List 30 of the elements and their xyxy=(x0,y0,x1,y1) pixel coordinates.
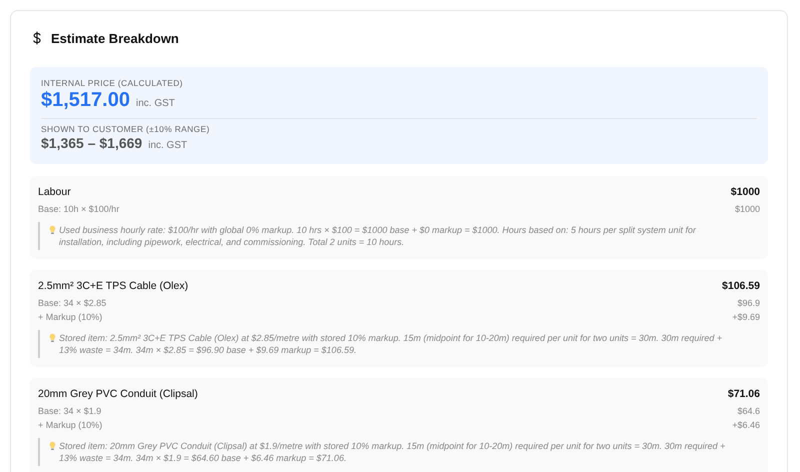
line-label: + Markup (10%) xyxy=(38,419,102,432)
item-name: 20mm Grey PVC Conduit (Clipsal) xyxy=(38,387,198,401)
line-value: $96.9 xyxy=(737,297,760,310)
line-label: Base: 10h × $100/hr xyxy=(38,203,120,216)
line-label: + Markup (10%) xyxy=(38,311,102,324)
item-name: 2.5mm² 3C+E TPS Cable (Olex) xyxy=(38,279,188,293)
item-total: $106.59 xyxy=(722,279,760,293)
explanation-note: Stored item: 2.5mm² 3C+E TPS Cable (Olex) at $2.85/metre with stored 10% markup. 15m (midpoint for 10-20m) required per unit for two units = 30m. 30m required + 13% waste = 34m. 34m × $2.85 = $96.90 base + $9.69 markup = $106.59. xyxy=(59,332,724,356)
price-suffix: inc. GST xyxy=(136,98,175,109)
item-name: Labour xyxy=(38,185,71,199)
line-value: +$6.46 xyxy=(732,419,760,432)
lightbulb-icon xyxy=(49,225,56,235)
internal-price-label: INTERNAL PRICE (CALCULATED) xyxy=(41,78,184,88)
explanation-note: Stored item: 20mm Grey PVC Conduit (Clipsal) at $1.9/metre with stored 10% markup. 15m (midpoint for 10-20m) required per unit for two units = 30m. 30m required + 13% waste = 34m. 34m × $1.9 = $64.60 base + $6.46 markup = $71.06. xyxy=(59,440,726,464)
line-value: $1000 xyxy=(734,203,760,216)
lightbulb-icon xyxy=(49,333,56,343)
explanation-note: Used business hourly rate: $100/hr with global 0% markup. 10 hrs × $100 = $1000 base + $0 markup = $1000. Hours based on: 5 hours per split system unit for installation, including pipework, electrical, and commissioning. Total 2 units = 10 hours. xyxy=(59,224,698,248)
internal-price: $1,517.00 xyxy=(41,88,130,112)
item-total: $1000 xyxy=(730,185,760,199)
line-label: Base: 34 × $2.85 xyxy=(38,297,106,310)
line-label: Base: 34 × $1.9 xyxy=(38,405,102,418)
line-value: +$9.69 xyxy=(732,311,760,324)
customer-range: $1,365 – $1,669 xyxy=(41,134,142,152)
price-suffix: inc. GST xyxy=(148,140,188,151)
item-total: $71.06 xyxy=(728,387,760,401)
dollar-icon xyxy=(32,31,42,45)
customer-range-label: SHOWN TO CUSTOMER (±10% RANGE) xyxy=(41,124,211,134)
card-title: Estimate Breakdown xyxy=(51,30,179,46)
line-value: $64.6 xyxy=(737,405,760,418)
lightbulb-icon xyxy=(49,441,56,451)
